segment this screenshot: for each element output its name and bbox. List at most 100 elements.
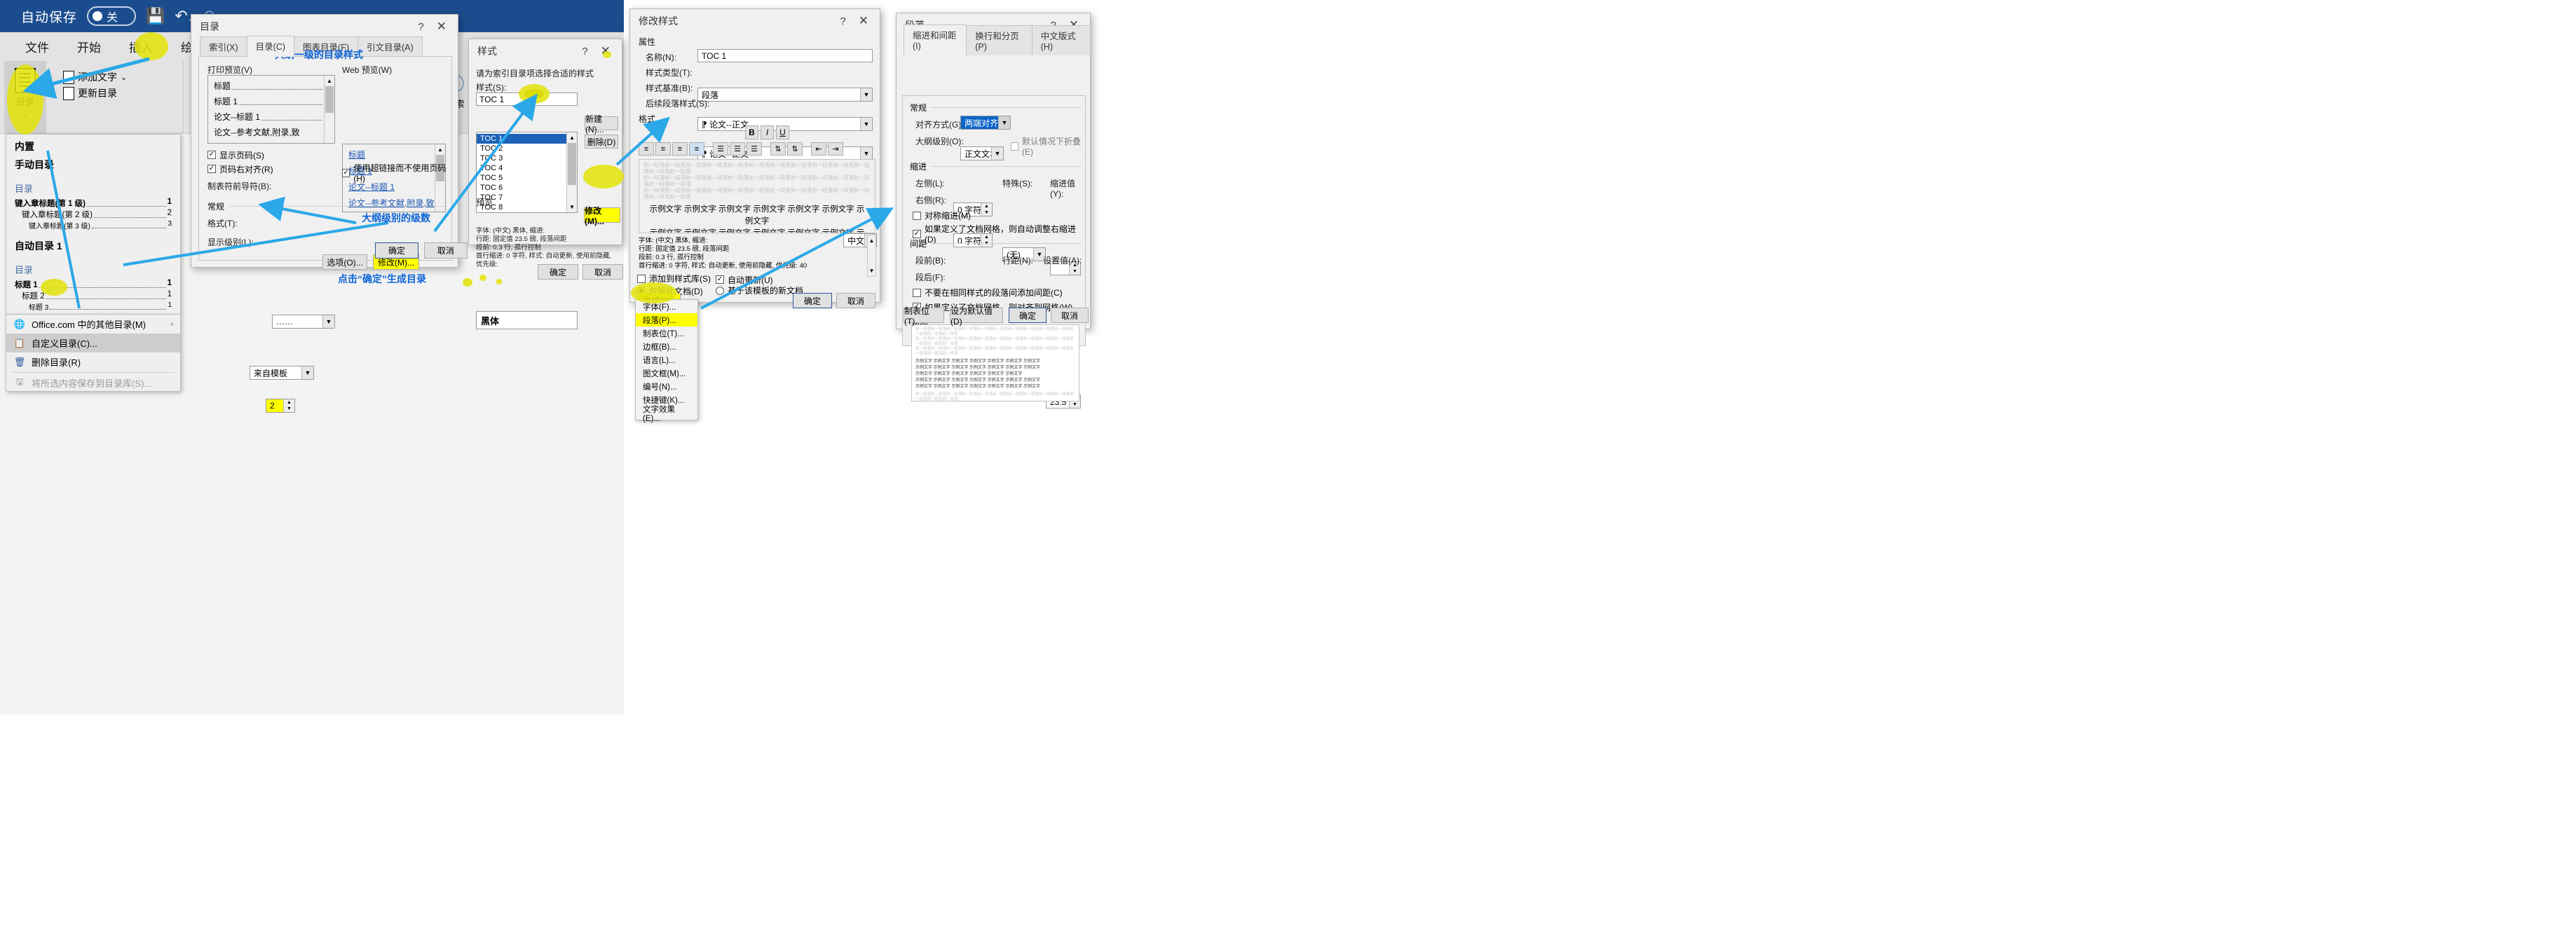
toc-menu-office-com[interactable]: 🌐 Office.com 中的其他目录(M) › [6,315,180,334]
bold-icon[interactable]: B [745,125,758,139]
print-preview-scrollbar[interactable]: ▲ [324,76,334,143]
tab-leader-combo[interactable]: …… ▼ [272,315,335,329]
tab-chinese-typography[interactable]: 中文版式(H) [1031,25,1091,55]
style-name-field[interactable]: TOC 1 [697,49,873,62]
toc-menu-remove-toc[interactable]: 🗑 删除目录(R) [6,352,180,371]
tab-toc[interactable]: 目录(C) [246,36,295,57]
align-right-icon[interactable]: ≡ [672,142,688,156]
options-button[interactable]: 选项(O)... [322,254,367,270]
format-menu-text-effects[interactable]: 文字效果(E)... [636,406,697,423]
align-justify-icon[interactable]: ≡ [689,142,704,156]
increase-indent-icon[interactable]: ⇥ [828,142,843,156]
scrollbar-thumb[interactable] [325,86,334,113]
tab-file[interactable]: 文件 [11,32,63,60]
line-spacing-1-5-icon[interactable]: ☰ [730,142,745,156]
show-page-numbers-checkbox[interactable]: ✓ 显示页码(S) [207,148,264,161]
scrollbar-thumb[interactable] [568,143,576,185]
chevron-down-icon[interactable]: ▼ [322,315,334,328]
chevron-down-icon[interactable]: ▼ [860,147,872,160]
use-hyperlinks-checkbox[interactable]: ✓ 使用超链接而不使用页码(H) [342,162,451,184]
style-modify-button[interactable]: 修改(M)... [584,206,620,226]
levels-spinner[interactable]: 2 ▲ ▼ [266,399,295,413]
chevron-down-icon[interactable]: ▼ [860,88,872,101]
modify-style-ok-button[interactable]: 确定 [793,293,832,308]
decrease-indent-icon[interactable]: ⇤ [811,142,826,156]
modify-style-cancel-button[interactable]: 取消 [836,293,875,308]
right-align-checkbox[interactable]: ✓ 页码右对齐(R) [207,162,273,175]
tabs-button[interactable]: 制表位(T)... [904,306,944,327]
help-icon[interactable]: ? [833,15,852,27]
style-type-combo[interactable]: 段落 ▼ [697,88,873,102]
toc-cancel-button[interactable]: 取消 [424,242,468,259]
style-list-item[interactable]: ​TOC 4 [477,163,577,173]
format-menu-paragraph[interactable]: 段落(P)... [636,313,697,327]
paragraph-cancel-button[interactable]: 取消 [1051,308,1089,323]
scroll-down-icon[interactable]: ▼ [567,202,577,212]
auto-update-checkbox[interactable]: ✓ 自动更新(U) [716,273,773,286]
mirror-indents-checkbox[interactable]: 对称缩进(M) [913,209,971,222]
spinner-buttons[interactable]: ▲▼ [981,203,992,216]
chevron-down-icon[interactable]: ▼ [998,116,1010,129]
style-list-item[interactable]: ​TOC 6 [477,183,577,193]
add-text-button[interactable]: 添加文字 ⌄ [63,70,127,84]
toc-ok-button[interactable]: 确定 [375,242,418,259]
collapse-default-checkbox[interactable]: 默认情况下折叠(E) [1011,135,1085,157]
tab-indent-spacing[interactable]: 缩进和间距(I) [904,25,967,55]
close-icon[interactable]: ✕ [431,20,452,34]
close-icon[interactable]: ✕ [853,14,874,28]
chevron-down-icon[interactable]: ▼ [991,147,1003,160]
outline-level-combo[interactable]: 正文文本 ▼ [960,146,1004,160]
scroll-up-icon[interactable]: ▲ [567,132,577,143]
description-scrollbar[interactable]: ▲ ▼ [867,235,876,277]
chevron-down-icon[interactable]: ▼ [860,118,872,130]
help-icon[interactable]: ? [411,21,430,33]
format-menu-tabs[interactable]: 制表位(T)... [636,327,697,340]
spinner-buttons[interactable]: ▲▼ [283,399,294,412]
chevron-down-icon[interactable]: ▼ [301,366,313,379]
underline-icon[interactable]: U [776,125,789,139]
style-list-item[interactable]: ​TOC 5 [477,173,577,183]
scroll-up-icon[interactable]: ▲ [325,76,334,86]
style-delete-button[interactable]: 删除(D) [585,135,618,149]
format-menu-border[interactable]: 边框(B)... [636,340,697,353]
style-cancel-button[interactable]: 取消 [582,264,623,280]
tab-line-page-breaks[interactable]: 换行和分页(P) [966,25,1033,55]
new-docs-radio[interactable]: 基于该模板的新文档 [716,284,803,297]
set-default-button[interactable]: 设为默认值(D) [950,306,1003,327]
toc-gallery-manual-preview[interactable]: 目录 键入章标题(第 1 级) 1 键入章标题(第 2 级) 2 键入章标题(第… [6,173,180,233]
save-icon[interactable]: 💾 [146,7,165,25]
line-spacing-double-icon[interactable]: ☰ [747,142,762,156]
format-combo[interactable]: 来自模板 ▼ [250,366,314,380]
tab-citation-toc[interactable]: 引文目录(A) [357,36,423,57]
update-toc-button[interactable]: 更新目录 [63,86,127,100]
toc-menu-save-selection[interactable]: 🖫 将所选内容保存到目录库(S)... [6,373,180,392]
tab-index[interactable]: 索引(X) [200,36,247,57]
paragraph-ok-button[interactable]: 确定 [1009,308,1047,323]
style-new-button[interactable]: 新建(N)... [585,114,618,135]
scroll-up-icon[interactable]: ▲ [435,144,445,155]
style-list-item[interactable]: ​TOC 2 [477,144,577,153]
style-ok-button[interactable]: 确定 [538,264,578,280]
style-list-item[interactable]: TOC 1 [477,134,577,144]
format-menu-numbering[interactable]: 编号(N)... [636,380,697,393]
line-spacing-single-icon[interactable]: ☰ [713,142,728,156]
tab-home[interactable]: 开始 [63,32,115,60]
no-space-same-style-checkbox[interactable]: 不要在相同样式的段落间添加间距(C) [913,287,1063,299]
scroll-up-icon[interactable]: ▲ [868,235,875,246]
style-list-scrollbar[interactable]: ▲ ▼ [566,132,577,212]
align-left-icon[interactable]: ≡ [639,142,654,156]
scroll-down-icon[interactable]: ▼ [868,266,875,276]
autosave-toggle[interactable]: 关 [87,6,137,26]
alignment-combo[interactable]: 两端对齐 ▼ [960,116,1011,130]
help-icon[interactable]: ? [575,46,594,57]
space-after-icon[interactable]: ⇅ [787,142,803,156]
format-menu-language[interactable]: 语言(L)... [636,353,697,366]
style-list-item[interactable]: ​TOC 3 [477,153,577,163]
align-center-icon[interactable]: ≡ [655,142,671,156]
auto-toc-1-preview[interactable]: 目录 标题 1 1 标题 2 1 标题 3 1 [6,254,180,315]
format-menu-frame[interactable]: 图文框(M)... [636,366,697,380]
italic-icon[interactable]: I [761,125,774,139]
space-before-icon[interactable]: ⇅ [770,142,786,156]
toc-menu-custom-toc[interactable]: 📋 自定义目录(C)... [6,334,180,352]
style-list-item[interactable]: ​TOC 9 [477,212,577,213]
